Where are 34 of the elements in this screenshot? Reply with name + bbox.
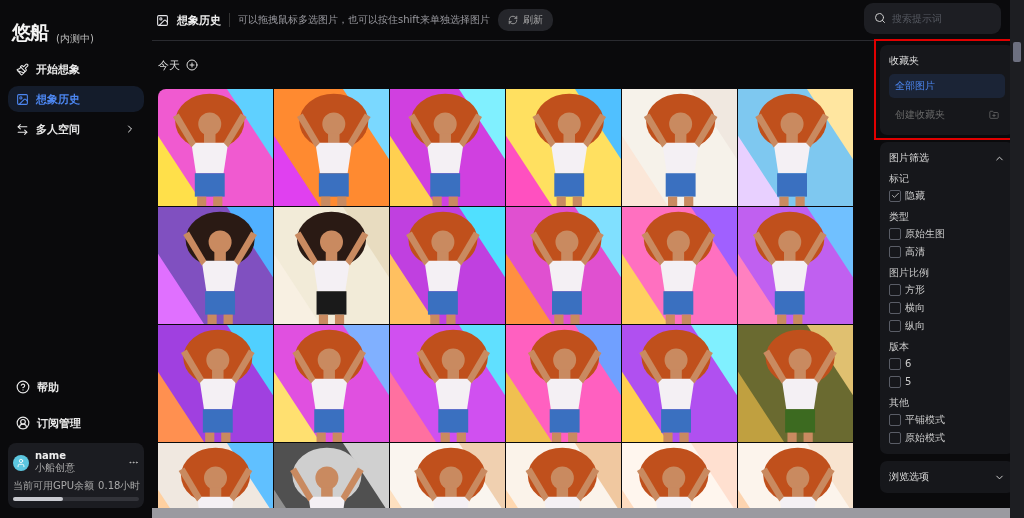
refresh-button[interactable]: 刷新 <box>497 9 553 31</box>
group-title: 图片比例 <box>889 266 930 280</box>
nav-item[interactable]: 多人空间 <box>8 116 144 142</box>
option-label: 平铺模式 <box>905 412 945 427</box>
option-label: 原始模式 <box>905 430 945 445</box>
option-label: 纵向 <box>905 318 925 333</box>
option-label: 高清 <box>905 244 925 259</box>
quota-value: 0.18小时 <box>98 479 141 493</box>
card-title: 收藏夹 <box>889 54 919 68</box>
folder-item[interactable]: 全部图片 <box>889 74 1005 98</box>
user-name: name <box>35 450 68 461</box>
option-label: 原始生图 <box>905 226 945 241</box>
nav-item[interactable]: 订阅管理 <box>8 407 144 439</box>
option-label: 5 <box>905 376 912 387</box>
card-title: 图片筛选 <box>889 151 929 165</box>
option-label: 横向 <box>905 300 925 315</box>
option-label: 隐藏 <box>905 188 925 203</box>
logo: 悠船 <box>12 20 48 45</box>
quota-label: 当前可用GPU余额 <box>13 479 95 493</box>
group-title: 类型 <box>889 210 910 224</box>
beta-label: (内测中) <box>56 32 94 46</box>
section-title: 今天 <box>158 57 180 73</box>
nav-item[interactable]: 想象历史 <box>8 86 144 112</box>
nav-item[interactable]: 开始想象 <box>8 56 144 82</box>
page-title: 想象历史 <box>177 12 221 28</box>
hint-text: 可以拖拽鼠标多选图片，也可以按住shift来单独选择图片 <box>238 13 490 27</box>
option-label: 方形 <box>905 282 925 297</box>
group-title: 标记 <box>889 172 910 186</box>
card-title: 浏览选项 <box>889 470 929 484</box>
group-title: 版本 <box>889 340 910 354</box>
plan-name: 小船创意 <box>35 461 76 475</box>
group-title: 其他 <box>889 396 910 410</box>
nav-item[interactable]: 帮助 <box>8 371 144 403</box>
option-label: 6 <box>905 358 912 369</box>
